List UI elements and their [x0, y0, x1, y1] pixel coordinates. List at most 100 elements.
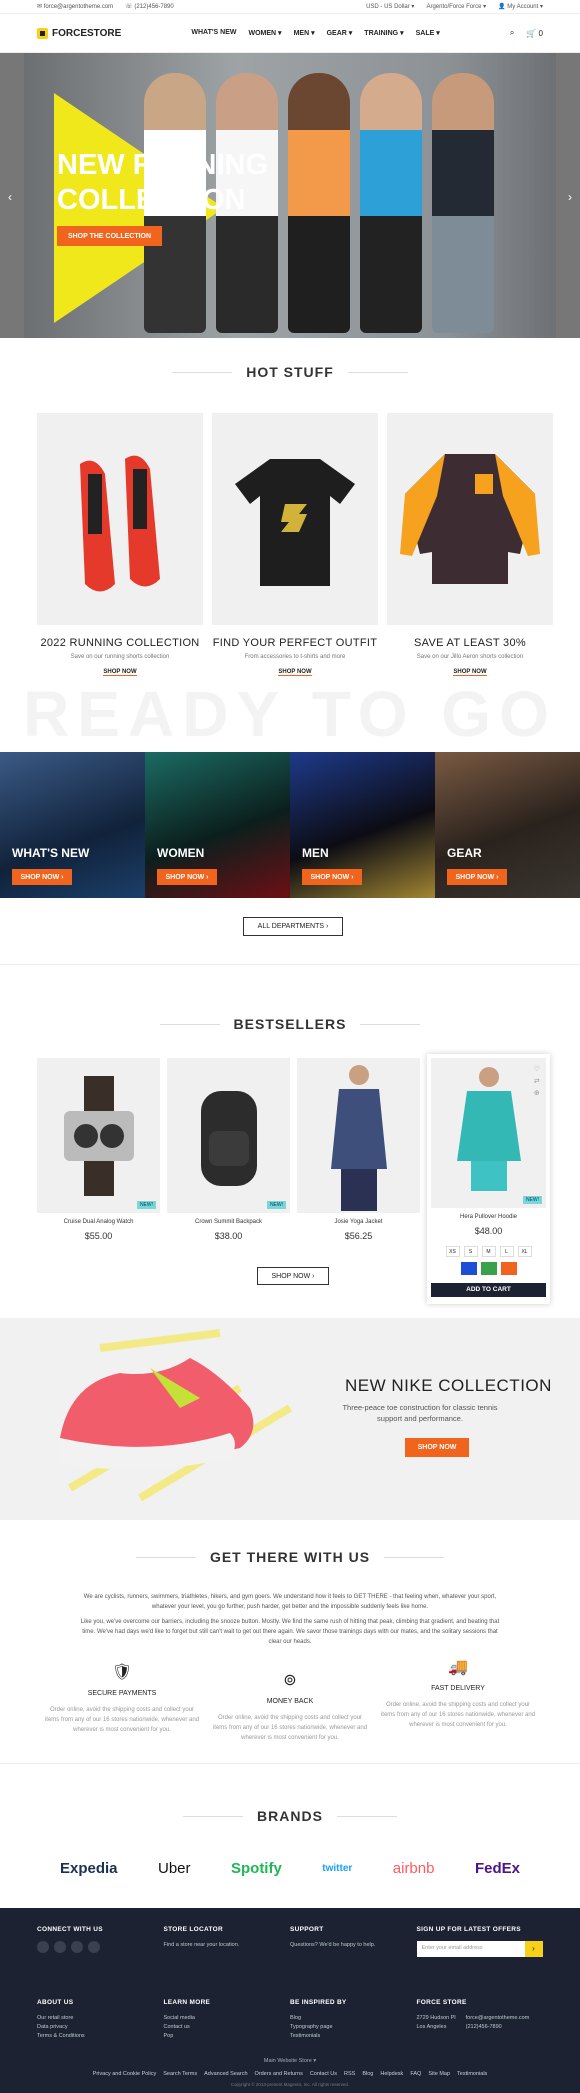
- cart-icon[interactable]: 🛒 0: [526, 29, 543, 38]
- brand-spotify[interactable]: Spotify: [231, 1860, 282, 1877]
- footer-bottom-link[interactable]: Site Map: [428, 2071, 450, 2077]
- footer-link[interactable]: Data privacy: [37, 2023, 164, 2032]
- category-whats-new[interactable]: WHAT'S NEW SHOP NOW ›: [0, 752, 145, 898]
- footer-link[interactable]: Terms & Conditions: [37, 2032, 164, 2041]
- footer-link[interactable]: Social media: [164, 2014, 291, 2023]
- footer-link[interactable]: Our retail store: [37, 2014, 164, 2023]
- store-logo[interactable]: FORCESTORE: [37, 27, 121, 39]
- footer-bottom-link[interactable]: RSS: [344, 2071, 355, 2077]
- footer-bottom-link[interactable]: FAQ: [410, 2071, 421, 2077]
- color-swatch[interactable]: [460, 1262, 477, 1275]
- footer-bottom-link[interactable]: Search Terms: [163, 2071, 197, 2077]
- hot-card-link[interactable]: SHOP NOW: [103, 669, 137, 676]
- yoga-jacket-image: [297, 1058, 420, 1213]
- category-shop-button[interactable]: SHOP NOW ›: [447, 869, 507, 885]
- footer-link[interactable]: Pop: [164, 2032, 291, 2041]
- category-gear[interactable]: GEAR SHOP NOW ›: [435, 752, 580, 898]
- twitter-icon[interactable]: [71, 1941, 83, 1953]
- hot-stuff-heading: HOT STUFF: [0, 364, 580, 380]
- brand-uber[interactable]: Uber: [158, 1860, 191, 1877]
- slider-next-icon[interactable]: ›: [568, 190, 572, 204]
- hot-card[interactable]: SAVE AT LEAST 30% Save on our Jillo Aero…: [387, 413, 553, 678]
- category-men[interactable]: MEN SHOP NOW ›: [290, 752, 435, 898]
- category-shop-button[interactable]: SHOP NOW ›: [157, 869, 217, 885]
- category-tiles: WHAT'S NEW SHOP NOW › WOMEN SHOP NOW › M…: [0, 752, 580, 898]
- category-shop-button[interactable]: SHOP NOW ›: [12, 869, 72, 885]
- footer-text[interactable]: Find a store near your location.: [164, 1941, 291, 1950]
- hot-card[interactable]: 2022 RUNNING COLLECTION Save on our runn…: [37, 413, 203, 678]
- footer-text[interactable]: Questions? We'd be happy to help.: [290, 1941, 417, 1950]
- nav-whats-new[interactable]: WHAT'S NEW: [191, 29, 236, 37]
- product-price: $48.00: [474, 1226, 503, 1236]
- backpack-image: NEW!: [167, 1058, 290, 1213]
- shop-collection-button[interactable]: SHOP THE COLLECTION: [57, 226, 162, 246]
- footer-bottom-link[interactable]: Blog: [362, 2071, 373, 2077]
- hot-card-link[interactable]: SHOP NOW: [453, 669, 487, 676]
- account-menu[interactable]: 👤 My Account ▾: [498, 3, 543, 10]
- footer-bottom-link[interactable]: Orders and Returns: [255, 2071, 303, 2077]
- nav-training[interactable]: TRAINING ▾: [364, 29, 403, 37]
- footer-bottom-link[interactable]: Testimonials: [457, 2071, 487, 2077]
- bestsellers-shop-now-button[interactable]: SHOP NOW ›: [257, 1267, 329, 1285]
- size-swatch[interactable]: XS: [445, 1246, 460, 1257]
- subscribe-arrow-icon[interactable]: ›: [524, 1941, 543, 1957]
- product-name[interactable]: Crown Summit Backpack: [167, 1219, 290, 1225]
- brand-airbnb[interactable]: airbnb: [393, 1860, 435, 1877]
- store-switcher-footer[interactable]: Main Website Store ▾: [0, 2058, 580, 2064]
- product-name[interactable]: Josie Yoga Jacket: [297, 1219, 420, 1225]
- store-phone[interactable]: (212)456-7890: [466, 2023, 530, 2032]
- footer-link[interactable]: Testimonials: [290, 2032, 417, 2041]
- store-switcher[interactable]: Argento/Force Force ▾: [426, 3, 486, 10]
- footer-heading: FORCE STORE: [416, 1999, 467, 2006]
- nav-women[interactable]: WOMEN ▾: [248, 29, 281, 37]
- footer-heading: LEARN MORE: [163, 1999, 211, 2006]
- nav-men[interactable]: MEN ▾: [294, 29, 315, 37]
- all-departments-button[interactable]: ALL DEPARTMENTS ›: [243, 917, 343, 936]
- size-swatch[interactable]: L: [499, 1246, 514, 1257]
- search-icon[interactable]: ⌕: [510, 28, 514, 38]
- hot-card-link[interactable]: SHOP NOW: [278, 669, 312, 676]
- product-name[interactable]: Cruise Dual Analog Watch: [37, 1219, 160, 1225]
- phone-link[interactable]: ☏ (212)456-7890: [125, 3, 174, 10]
- size-swatch[interactable]: M: [481, 1246, 496, 1257]
- currency-switcher[interactable]: USD - US Dollar ▾: [366, 3, 414, 10]
- footer-bottom-link[interactable]: Advanced Search: [204, 2071, 247, 2077]
- footer-bottom-link[interactable]: Contact Us: [310, 2071, 337, 2077]
- footer-link[interactable]: Typography page: [290, 2023, 417, 2032]
- facebook-icon[interactable]: [37, 1941, 49, 1953]
- product-card[interactable]: NEW! Cruise Dual Analog Watch $55.00: [37, 1058, 160, 1304]
- brands-heading: BRANDS: [0, 1808, 580, 1824]
- category-women[interactable]: WOMEN SHOP NOW ›: [145, 752, 290, 898]
- category-shop-button[interactable]: SHOP NOW ›: [302, 869, 362, 885]
- nav-sale[interactable]: SALE ▾: [416, 29, 440, 37]
- color-swatch[interactable]: [480, 1262, 497, 1275]
- footer-link[interactable]: Contact us: [164, 2023, 291, 2032]
- store-email[interactable]: force@argentotheme.com: [466, 2014, 530, 2023]
- category-title: MEN: [302, 846, 329, 860]
- hot-card[interactable]: FIND YOUR PERFECT OUTFIT From accessorie…: [212, 413, 378, 678]
- instagram-icon[interactable]: [88, 1941, 100, 1953]
- newsletter-email-input[interactable]: Enter your email address: [416, 1941, 525, 1957]
- nav-gear[interactable]: GEAR ▾: [327, 29, 353, 37]
- footer-support: SUPPORT Questions? We'd be happy to help…: [290, 1926, 417, 1957]
- slider-prev-icon[interactable]: ‹: [8, 190, 12, 204]
- product-card-hovered[interactable]: NEW! ♡ ⇄ ⊕ Hera Pullover Hoodie $48.00 XS …: [427, 1054, 550, 1304]
- size-swatch[interactable]: S: [463, 1246, 478, 1257]
- add-to-cart-button[interactable]: ADD TO CART: [431, 1283, 546, 1297]
- youtube-icon[interactable]: [54, 1941, 66, 1953]
- footer-bottom-link[interactable]: Helpdesk: [380, 2071, 403, 2077]
- color-swatch[interactable]: [500, 1262, 517, 1275]
- footer-link[interactable]: Blog: [290, 2014, 417, 2023]
- footer-force-store: FORCE STORE 2729 Hudson Pl Los Angeles fo…: [417, 1999, 544, 2041]
- store-city: Los Angeles: [416, 2024, 447, 2030]
- size-swatch[interactable]: XL: [517, 1246, 532, 1257]
- wishlist-compare-icons[interactable]: ♡ ⇄ ⊕: [534, 1064, 540, 1100]
- email-link[interactable]: ✉ force@argentotheme.com: [37, 3, 113, 10]
- product-name[interactable]: Hera Pullover Hoodie: [431, 1214, 546, 1220]
- brand-twitter[interactable]: twitter: [322, 1863, 352, 1874]
- nike-shop-now-button[interactable]: SHOP NOW: [405, 1438, 469, 1457]
- brand-expedia[interactable]: Expedia: [60, 1860, 118, 1877]
- footer-inspired: BE INSPIRED BY Blog Typography page Test…: [290, 1999, 417, 2041]
- brand-fedex[interactable]: FedEx: [475, 1860, 520, 1877]
- footer-bottom-link[interactable]: Privacy and Cookie Policy: [93, 2071, 157, 2077]
